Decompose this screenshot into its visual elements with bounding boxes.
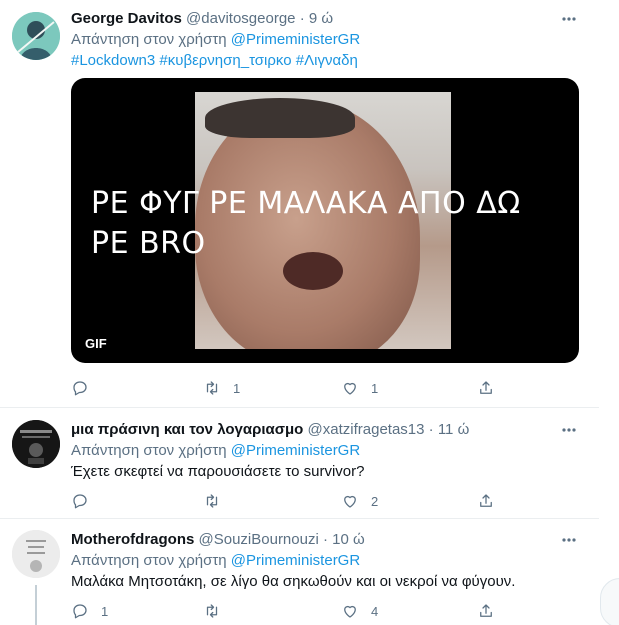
reply-icon <box>73 381 87 396</box>
like-button[interactable]: 1 <box>341 378 378 398</box>
floating-action-edge[interactable] <box>600 578 619 625</box>
reply-mention[interactable]: @PrimeministerGR <box>231 442 360 459</box>
tweet-hashtags: #Lockdown3 #κυβερνηση_τσιρκο #Λιγναδη <box>71 50 579 71</box>
more-button[interactable] <box>559 419 579 440</box>
reply-button[interactable] <box>71 491 101 511</box>
avatar[interactable] <box>12 12 60 60</box>
reply-prefix: Απάντηση στον χρήστη <box>71 552 227 569</box>
author-name[interactable]: George Davitos <box>71 10 182 27</box>
tweet[interactable]: George Davitos @davitosgeorge · 9 ώ Απάν… <box>0 0 599 404</box>
reply-count: 1 <box>101 603 109 619</box>
like-button[interactable]: 2 <box>341 491 378 511</box>
share-icon <box>480 381 492 394</box>
reply-mention[interactable]: @PrimeministerGR <box>231 552 360 569</box>
tweet-header: Motherofdragons @SouziBournouzi · 10 ώ <box>71 529 579 550</box>
like-icon <box>344 495 356 508</box>
gif-badge: GIF <box>85 336 107 351</box>
reply-button[interactable] <box>71 378 101 398</box>
reply-icon <box>73 494 87 509</box>
tweet[interactable]: Motherofdragons @SouziBournouzi · 10 ώ Α… <box>0 519 599 625</box>
author-handle[interactable]: @xatzifragetas13 <box>308 421 425 438</box>
tweet-actions: 1 4 <box>71 601 511 621</box>
tweet-actions: 1 1 <box>71 378 511 398</box>
reply-context: Απάντηση στον χρήστη @PrimeministerGR <box>71 550 579 571</box>
hashtag[interactable]: #Lockdown3 <box>71 52 155 69</box>
retweet-count: 1 <box>233 380 241 396</box>
avatar-illustration <box>12 420 60 468</box>
hashtag[interactable]: #κυβερνηση_τσιρκο <box>159 52 291 69</box>
avatar-illustration <box>12 12 60 60</box>
retweet-button[interactable] <box>203 491 233 511</box>
author-name[interactable]: Motherofdragons <box>71 531 194 548</box>
avatar[interactable] <box>12 420 60 468</box>
reply-context: Απάντηση στον χρήστη @PrimeministerGR <box>71 440 579 461</box>
more-icon <box>562 17 576 21</box>
share-icon <box>480 494 492 507</box>
retweet-button[interactable] <box>203 601 233 621</box>
author-name[interactable]: μια πράσινη και τον λογαριασμο <box>71 421 303 438</box>
tweet-text: Έχετε σκεφτεί να παρουσιάσετε το survivo… <box>71 463 365 480</box>
gif-caption-line-1: ΡΕ ΦΥΓ ΡΕ ΜΑΛΑΚΑ ΑΠΟ ΔΩ <box>91 186 521 221</box>
more-button[interactable] <box>559 8 579 29</box>
gif-media[interactable]: ΡΕ ΦΥΓ ΡΕ ΜΑΛΑΚΑ ΑΠΟ ΔΩ ΡΕ BRO GIF <box>71 78 579 363</box>
hair-shape <box>205 98 355 138</box>
share-button[interactable] <box>477 491 495 511</box>
tweet-feed: George Davitos @davitosgeorge · 9 ώ Απάν… <box>0 0 599 625</box>
more-icon <box>562 428 576 432</box>
thread-line <box>35 585 37 625</box>
reply-button[interactable]: 1 <box>71 601 108 621</box>
share-button[interactable] <box>477 378 495 398</box>
gif-caption-line-2: ΡΕ BRO <box>91 226 206 261</box>
like-count: 2 <box>371 493 379 509</box>
author-handle[interactable]: @SouziBournouzi <box>199 531 319 548</box>
reply-prefix: Απάντηση στον χρήστη <box>71 442 227 459</box>
tweet-actions: 2 <box>71 491 511 511</box>
more-button[interactable] <box>559 529 579 550</box>
like-count: 1 <box>371 380 379 396</box>
retweet-icon <box>206 381 218 395</box>
tweet-time[interactable]: 10 ώ <box>332 531 365 548</box>
tweet-time[interactable]: 9 ώ <box>309 10 333 27</box>
reply-icon <box>73 604 87 619</box>
avatar-illustration <box>12 530 60 578</box>
like-count: 4 <box>371 603 379 619</box>
retweet-icon <box>206 494 218 508</box>
reply-prefix: Απάντηση στον χρήστη <box>71 31 227 48</box>
hashtag[interactable]: #Λιγναδη <box>296 52 358 69</box>
tweet-header: μια πράσινη και τον λογαριασμο @xatzifra… <box>71 419 579 440</box>
reply-mention[interactable]: @PrimeministerGR <box>231 31 360 48</box>
tweet-header: George Davitos @davitosgeorge · 9 ώ <box>71 8 579 29</box>
share-icon <box>480 604 492 617</box>
reply-context: Απάντηση στον χρήστη @PrimeministerGR <box>71 29 579 50</box>
retweet-button[interactable]: 1 <box>203 378 240 398</box>
tweet[interactable]: μια πράσινη και τον λογαριασμο @xatzifra… <box>0 408 599 518</box>
tweet-time[interactable]: 11 ώ <box>438 421 469 438</box>
separator: · <box>299 10 305 27</box>
author-handle[interactable]: @davitosgeorge <box>186 10 295 27</box>
separator: · <box>322 531 328 548</box>
separator: · <box>428 421 434 438</box>
like-icon <box>344 382 356 395</box>
avatar[interactable] <box>12 530 60 578</box>
like-button[interactable]: 4 <box>341 601 378 621</box>
retweet-icon <box>206 604 218 618</box>
more-icon <box>562 538 576 542</box>
tweet-text: Μαλάκα Μητσοτάκη, σε λίγο θα σηκωθούν κα… <box>71 573 516 590</box>
share-button[interactable] <box>477 601 495 621</box>
like-icon <box>344 605 356 618</box>
